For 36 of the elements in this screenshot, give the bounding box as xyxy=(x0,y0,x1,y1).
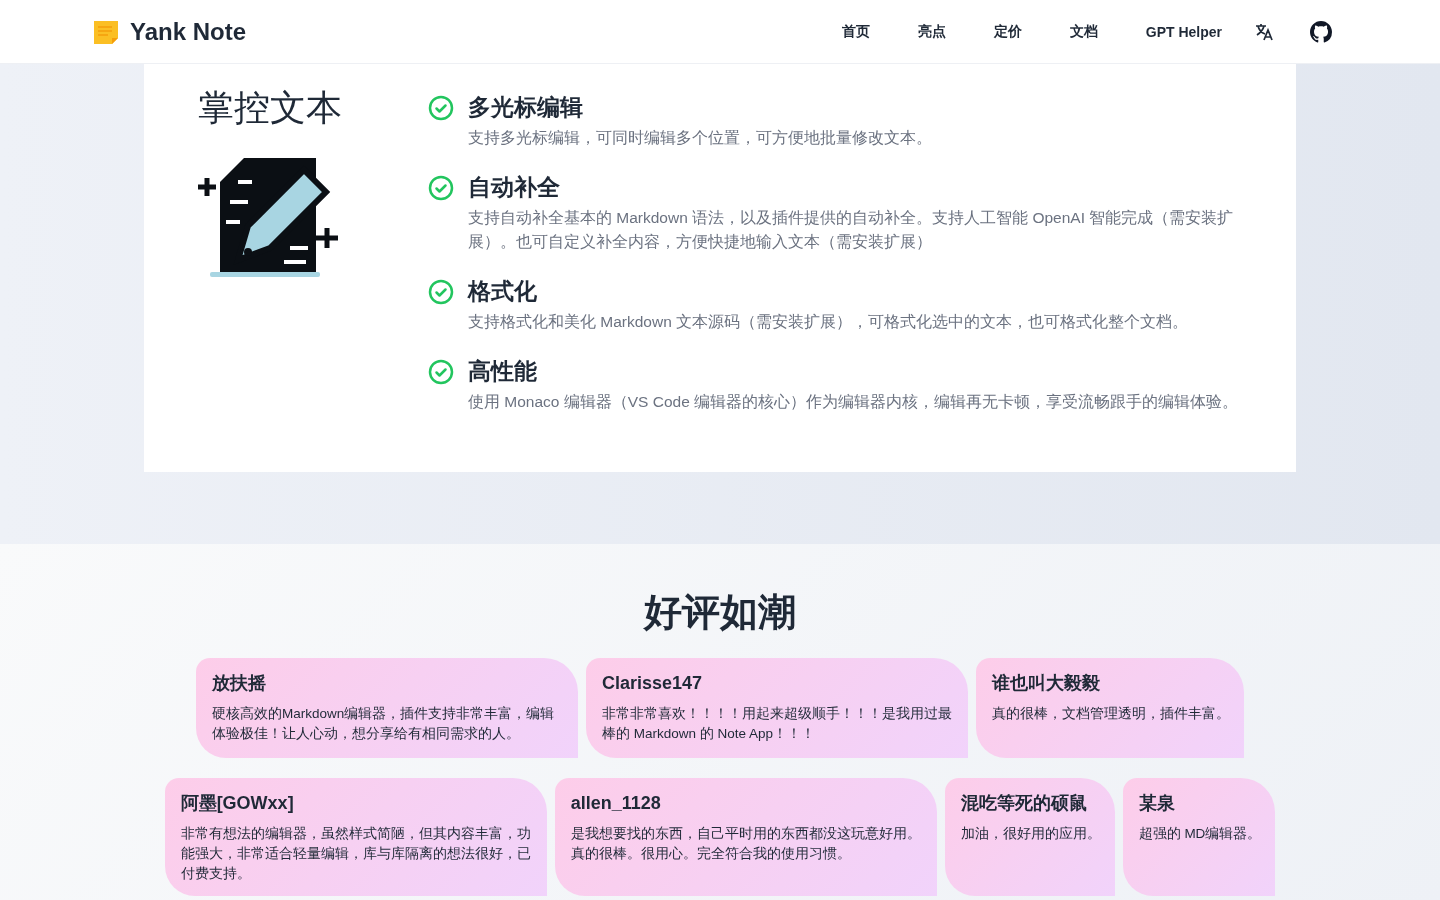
nav-link[interactable]: 亮点 xyxy=(893,22,970,41)
nav-link[interactable]: 文档 xyxy=(1045,22,1122,41)
feature-description: 支持自动补全基本的 Markdown 语法，以及插件提供的自动补全。支持人工智能 OpenAI 智能完成（需安装扩展）。也可自定义补全内容，方便快捷地输入文本（需安装扩展） xyxy=(468,208,1235,252)
review-author: 谁也叫大毅毅 xyxy=(992,672,1101,695)
feature-title: 格式化 xyxy=(468,277,538,306)
section-title: 掌控文本 xyxy=(198,86,343,130)
review-text: 非常有想法的编辑器，虽然样式简陋，但其内容丰富，功能强大，非常适合轻量编辑，库与库隔离的想法很好，已付费支持。 xyxy=(180,825,532,883)
review-author: 混吃等死的硕鼠 xyxy=(960,792,1088,815)
check-circle-icon xyxy=(428,175,454,201)
review-author: 放扶摇 xyxy=(212,672,267,695)
review-text: 加油，很好用的应用。 xyxy=(960,825,1101,843)
review-text: 硬核高效的Markdown编辑器，插件支持非常丰富，编辑体验极佳！让人心动，想分享给有相同需求的人。 xyxy=(212,705,556,743)
brand-name[interactable]: Yank Note xyxy=(130,17,247,46)
section-title: 好评如潮 xyxy=(642,590,797,635)
feature-description: 支持多光标编辑，可同时编辑多个位置，可方便地批量修改文本。 xyxy=(468,128,932,148)
translate-icon[interactable] xyxy=(1254,21,1274,42)
feature-title: 高性能 xyxy=(468,357,538,386)
review-text: 超强的 MD编辑器。 xyxy=(1138,825,1262,843)
feature-title: 自动补全 xyxy=(468,173,561,202)
review-text: 真的很棒，文档管理透明，插件丰富。 xyxy=(992,705,1230,723)
check-circle-icon xyxy=(428,95,454,121)
feature-description: 支持格式化和美化 Markdown 文本源码（需安装扩展），可格式化选中的文本，也可格式化整个文档。 xyxy=(468,312,1189,332)
review-author: allen_1128 xyxy=(570,792,662,815)
review-text: 非常非常喜欢！！！！用起来超级顺手！！！是我用过最棒的 Markdown 的 Note App！！！ xyxy=(602,705,953,743)
feature-title: 多光标编辑 xyxy=(468,93,584,122)
nav-link[interactable]: GPT Helper xyxy=(1121,23,1246,40)
nav-link[interactable]: 首页 xyxy=(817,22,894,41)
check-circle-icon xyxy=(428,279,454,305)
github-icon[interactable] xyxy=(1310,20,1332,43)
nav-link[interactable]: 定价 xyxy=(969,22,1046,41)
review-author: 某泉 xyxy=(1138,792,1176,815)
feature-description: 使用 Monaco 编辑器（VS Code 编辑器的核心）作为编辑器内核，编辑再无卡顿，享受流畅跟手的编辑体验。 xyxy=(468,392,1239,412)
review-text: 是我想要找的东西，自己平时用的东西都没这玩意好用。真的很棒。很用心。完全符合我的使用习惯。 xyxy=(570,825,922,863)
check-circle-icon xyxy=(428,359,454,385)
review-author: 阿墨[GOWxx] xyxy=(180,792,295,815)
review-author: Clarisse147 xyxy=(602,672,704,695)
